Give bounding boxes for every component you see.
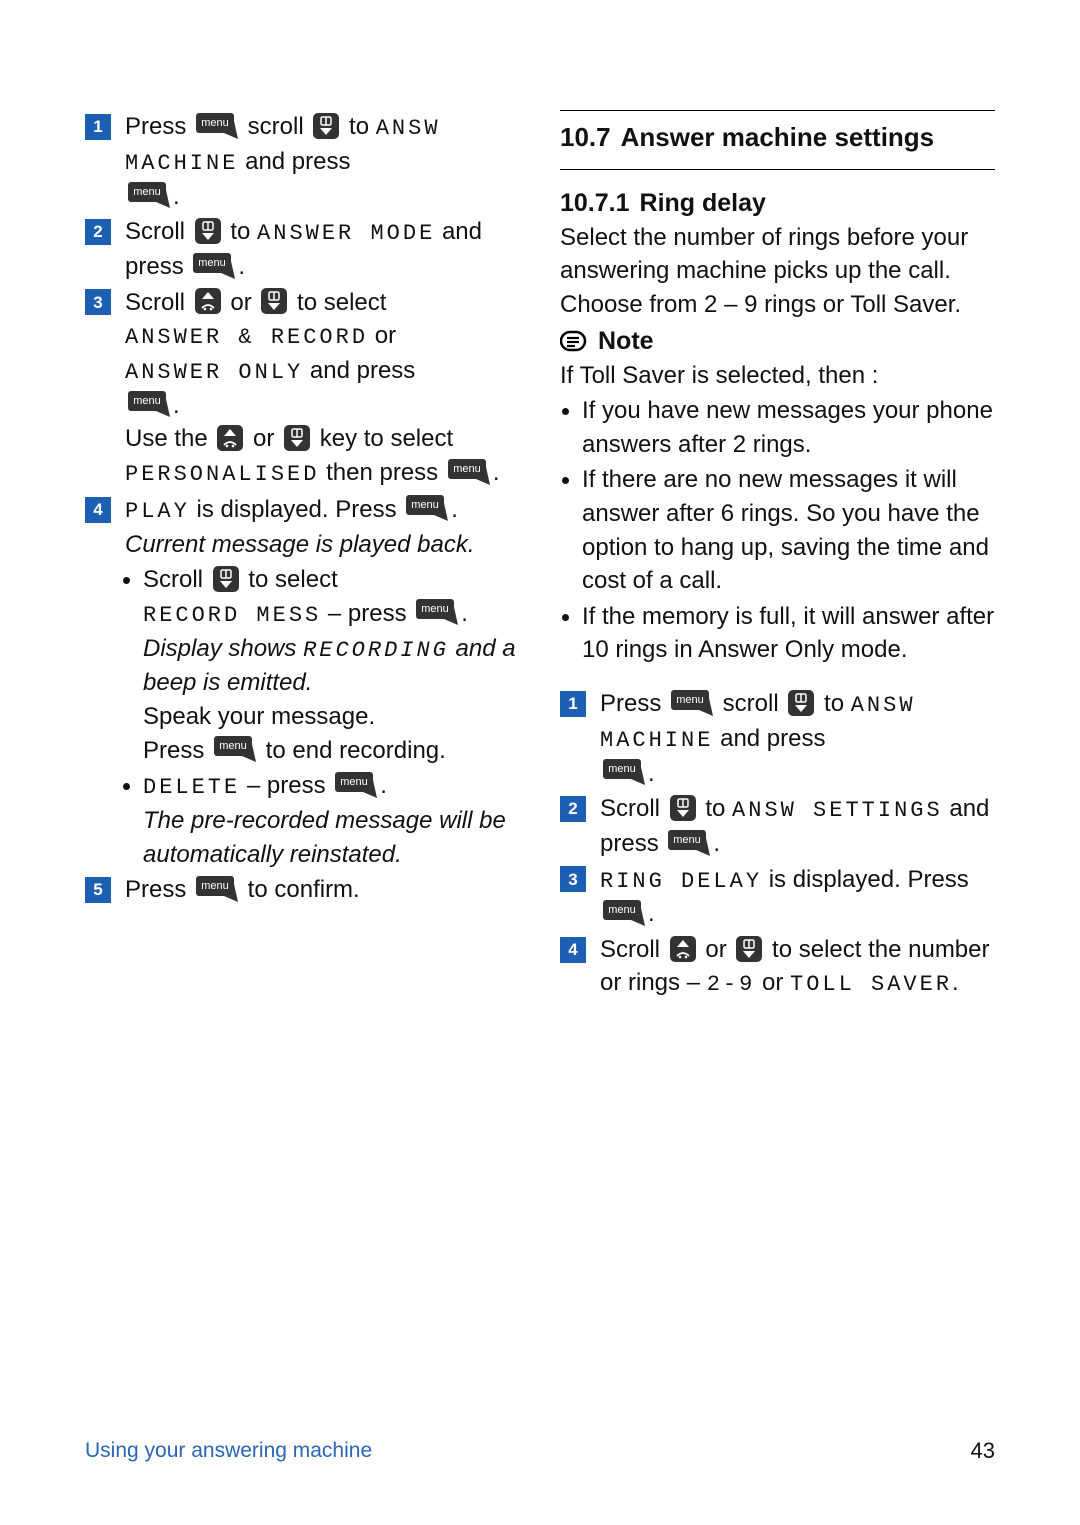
list-item: Scroll to select RECORD MESS – press men… [143,563,520,767]
svg-text:menu: menu [422,603,450,615]
step-number-badge: 1 [560,691,586,717]
menu-button-icon: menu [128,391,170,417]
step-text: Press menu scroll to ANSW MACHINE and pr… [125,110,520,213]
note-bullets: If you have new messages your phone answ… [560,394,995,667]
menu-button-icon: menu [416,599,458,625]
svg-text:menu: menu [133,395,161,407]
right-column: 10.7 Answer machine settings 10.7.1 Ring… [560,110,995,1003]
step-number-badge: 4 [560,937,586,963]
step-number-badge: 1 [85,114,111,140]
list-item: If the memory is full, it will answer af… [582,600,995,667]
sub-bullets: Scroll to select RECORD MESS – press men… [85,563,520,871]
menu-button-icon: menu [196,113,238,139]
step-text: Scroll to ANSW SETTINGS and press menu. [600,792,995,860]
step-text: Scroll or to select ANSWER & RECORD or A… [125,286,520,491]
note-intro: If Toll Saver is selected, then : [560,359,995,393]
step-text: PLAY is displayed. Press menu. Current m… [125,493,520,561]
svg-text:menu: menu [133,186,161,198]
menu-button-icon: menu [193,253,235,279]
step-text: RING DELAY is displayed. Press menu. [600,863,995,931]
menu-button-icon: menu [448,459,490,485]
svg-text:menu: menu [199,257,227,269]
step-text: Press menu scroll to ANSW MACHINE and pr… [600,687,995,790]
page-number: 43 [971,1436,995,1467]
section-heading: 10.7 Answer machine settings [560,121,995,155]
page-footer: Using your answering machine 43 [85,1436,995,1467]
section-divider [560,110,995,111]
instruction-step: 3 RING DELAY is displayed. Press menu. [560,863,995,931]
scroll-down-icon [195,218,221,244]
scroll-down-icon [284,425,310,451]
scroll-down-icon [736,936,762,962]
instruction-step: 5 Press menu to confirm. [85,873,520,907]
scroll-down-icon [788,690,814,716]
step-number-badge: 2 [85,219,111,245]
menu-button-icon: menu [603,759,645,785]
left-column: 1 Press menu scroll to ANSW MACHINE and … [85,110,520,1003]
svg-text:menu: menu [676,694,704,706]
list-item: If there are no new messages it will ans… [582,463,995,597]
instruction-step: 4 PLAY is displayed. Press menu. Current… [85,493,520,561]
scroll-up-icon [195,288,221,314]
instruction-step: 2 Scroll to ANSW SETTINGS and press menu… [560,792,995,860]
menu-button-icon: menu [128,182,170,208]
menu-button-icon: menu [214,736,256,762]
step-text: Press menu to confirm. [125,873,520,907]
menu-button-icon: menu [671,690,713,716]
instruction-step: 2 Scroll to ANSWER MODE and press menu. [85,215,520,283]
instruction-step: 3 Scroll or to select ANSWER & RECORD or… [85,286,520,491]
svg-text:menu: menu [411,499,439,511]
list-item: DELETE – press menu. The pre-recorded me… [143,769,520,871]
svg-text:menu: menu [453,463,481,475]
note-heading: Note [560,324,995,359]
footer-section-title: Using your answering machine [85,1436,372,1467]
scroll-up-icon [670,936,696,962]
step-number-badge: 5 [85,877,111,903]
menu-button-icon: menu [335,772,377,798]
menu-button-icon: menu [603,900,645,926]
menu-button-icon: menu [196,876,238,902]
scroll-down-icon [261,288,287,314]
step-number-badge: 3 [85,289,111,315]
instruction-step: 1 Press menu scroll to ANSW MACHINE and … [85,110,520,213]
svg-text:menu: menu [674,834,702,846]
section-divider [560,169,995,170]
scroll-down-icon [313,113,339,139]
paragraph: Select the number of rings before your a… [560,221,995,322]
svg-text:menu: menu [201,117,229,129]
svg-text:menu: menu [219,740,247,752]
scroll-down-icon [670,795,696,821]
instruction-step: 1 Press menu scroll to ANSW MACHINE and … [560,687,995,790]
menu-button-icon: menu [668,830,710,856]
list-item: If you have new messages your phone answ… [582,394,995,461]
step-number-badge: 4 [85,497,111,523]
scroll-down-icon [213,566,239,592]
step-text: Scroll to ANSWER MODE and press menu. [125,215,520,283]
step-number-badge: 3 [560,866,586,892]
svg-text:menu: menu [341,776,369,788]
svg-text:menu: menu [608,904,636,916]
scroll-up-icon [217,425,243,451]
instruction-step: 4 Scroll or to select the number or ring… [560,933,995,1001]
svg-text:menu: menu [201,880,229,892]
subsection-heading: 10.7.1 Ring delay [560,186,995,221]
step-text: Scroll or to select the number or rings … [600,933,995,1001]
svg-text:menu: menu [608,763,636,775]
menu-button-icon: menu [406,495,448,521]
note-icon [560,329,588,353]
step-number-badge: 2 [560,796,586,822]
